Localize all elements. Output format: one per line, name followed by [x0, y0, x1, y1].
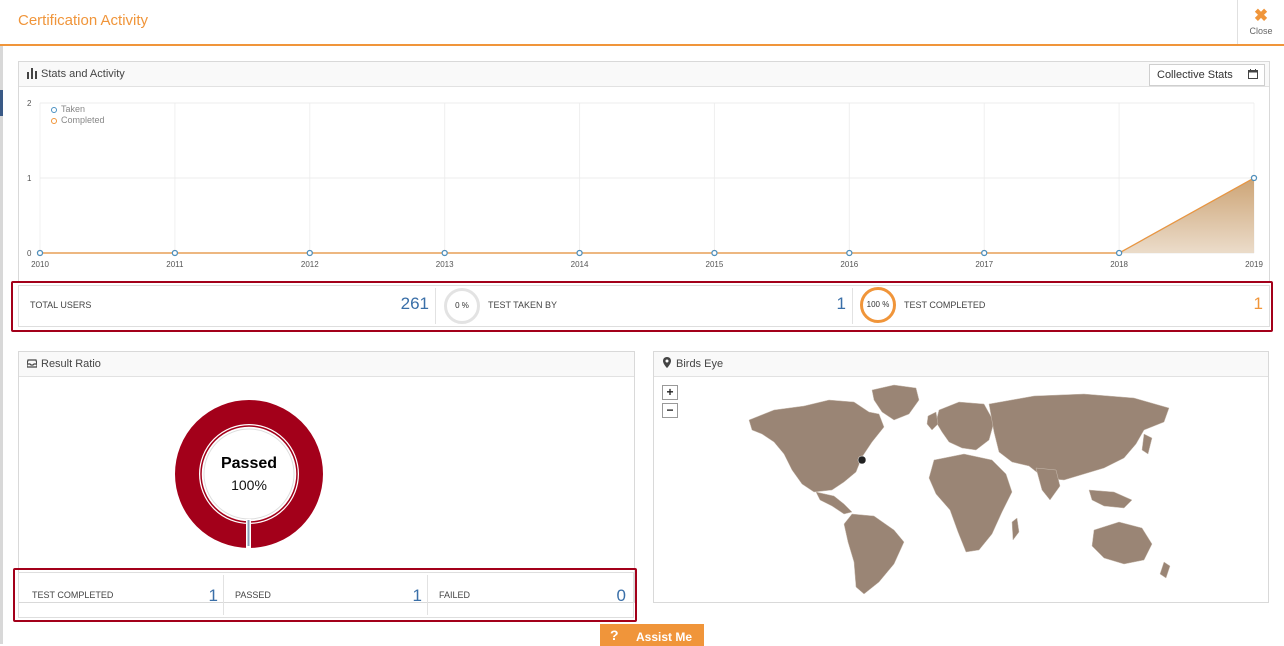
birds-panel-title: Birds Eye [676, 358, 724, 370]
location-marker [857, 455, 867, 465]
x-tick-label: 2012 [301, 260, 319, 269]
series-area-completed [40, 178, 1254, 253]
point-taken [1250, 174, 1258, 182]
point-taken [981, 249, 988, 257]
map-europe [935, 401, 995, 451]
donut-title: Passed [220, 455, 278, 472]
point-taken [711, 249, 718, 257]
modal-header: Certification Activity ✖ Close [0, 0, 1284, 46]
map-north-america [748, 399, 885, 493]
modal-title: Certification Activity [18, 12, 149, 29]
zoom-in-button[interactable]: + [662, 385, 678, 400]
point-taken [441, 249, 448, 257]
point-taken [1116, 249, 1123, 257]
activity-line-chart: 0 1 2 2010 2011 2012 2013 2014 2015 2016 2017 2018 2… [27, 99, 1263, 269]
calendar-icon [1248, 69, 1258, 79]
stats-activity-panel: Stats and Activity Collective Stats 0 1 2 2… [18, 61, 1270, 283]
map-india [1035, 467, 1061, 501]
birds-eye-panel: Birds Eye + − [653, 351, 1269, 603]
x-tick-label: 2011 [166, 260, 184, 269]
x-tick-label: 2013 [436, 260, 454, 269]
bar-chart-icon [27, 68, 37, 79]
close-label: Close [1249, 26, 1273, 36]
map-se-asia [1088, 489, 1133, 509]
series-line-completed [40, 177, 1255, 254]
point-taken [306, 249, 313, 257]
help-icon: ? [610, 627, 619, 643]
series-line-taken [40, 177, 1255, 254]
stats-panel-header: Stats and Activity Collective Stats [19, 62, 1269, 87]
world-map[interactable] [744, 382, 1184, 597]
result-highlight [13, 568, 637, 622]
map-marker-icon [663, 357, 671, 368]
x-tick-label: 2018 [1110, 260, 1128, 269]
point-taken [171, 249, 178, 257]
map-central-america [815, 491, 853, 515]
map-new-zealand [1159, 561, 1171, 579]
point-taken [36, 249, 44, 257]
assist-me-button[interactable]: ? Assist Me [600, 624, 704, 646]
result-ratio-panel: Result Ratio Passed 100% [18, 351, 635, 603]
legend-item-completed: Completed [51, 115, 105, 126]
map-japan [1141, 433, 1153, 455]
map-africa [928, 453, 1013, 553]
point-taken [576, 249, 583, 257]
zoom-out-button[interactable]: − [662, 403, 678, 418]
close-button[interactable]: ✖ Close [1237, 0, 1284, 44]
map-australia [1091, 521, 1153, 565]
result-panel-title: Result Ratio [41, 358, 101, 370]
map-uk [926, 411, 939, 431]
x-tick-label: 2014 [571, 260, 589, 269]
x-tick-label: 2017 [975, 260, 993, 269]
result-donut-chart [175, 400, 323, 549]
donut-value: 100% [231, 477, 267, 493]
chart-legend: Taken Completed [51, 104, 105, 126]
point-taken [846, 249, 853, 257]
stats-panel-title: Stats and Activity [41, 68, 125, 80]
result-panel-header: Result Ratio [19, 352, 634, 377]
map-madagascar [1011, 517, 1020, 541]
y-tick-label: 2 [27, 99, 32, 108]
x-tick-label: 2015 [706, 260, 724, 269]
x-tick-label: 2019 [1245, 260, 1263, 269]
collective-stats-label: Collective Stats [1157, 69, 1233, 81]
y-tick-label: 0 [27, 249, 32, 258]
inbox-icon [27, 359, 37, 368]
backdrop-strip [0, 46, 3, 644]
close-icon: ✖ [1253, 6, 1269, 25]
collective-stats-button[interactable]: Collective Stats [1149, 64, 1265, 86]
donut-gap-marker [247, 520, 250, 546]
y-tick-label: 1 [27, 174, 32, 183]
map-asia [988, 393, 1170, 481]
birds-panel-header: Birds Eye [654, 352, 1268, 377]
summary-highlight [11, 281, 1273, 332]
assist-me-label: Assist Me [636, 630, 693, 644]
legend-item-taken: Taken [51, 104, 105, 115]
x-tick-label: 2010 [31, 260, 49, 269]
donut-hole [200, 425, 298, 523]
x-tick-label: 2016 [840, 260, 858, 269]
map-south-america [843, 513, 905, 595]
